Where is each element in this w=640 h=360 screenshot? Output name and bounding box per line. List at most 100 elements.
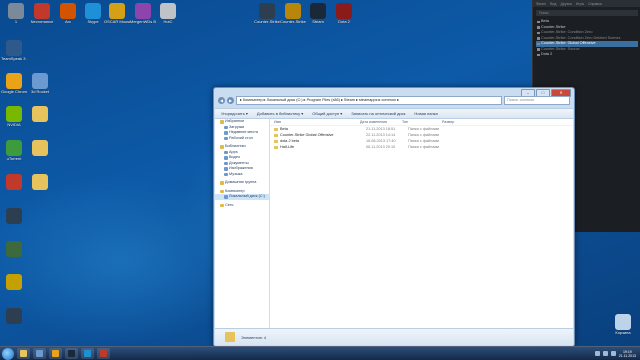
desktop-icon-skype[interactable]: Skype	[80, 3, 106, 25]
desktop-icon-app-c[interactable]	[1, 274, 27, 291]
toolbar-button[interactable]: Новая папка	[414, 111, 437, 116]
column-date[interactable]: Дата изменения	[360, 119, 402, 125]
folder-icon	[225, 332, 235, 342]
desktop-icon-app-a-glyph	[6, 208, 22, 224]
nav-item[interactable]: Домашняя группа	[215, 180, 269, 186]
breadcrumb[interactable]: ▸ Компьютер ▸ Локальный диск (C:) ▸ Prog…	[236, 96, 502, 105]
desktop-icon-3d-rocket[interactable]: 3d Rocket	[27, 73, 53, 95]
desktop-icon-red-app-glyph	[6, 174, 22, 190]
taskbar-explorer[interactable]	[17, 348, 30, 359]
file-name: Half-Life	[274, 144, 366, 150]
status-bar: Элементов: 4	[215, 328, 573, 345]
steam-menu-item[interactable]: Игры	[576, 2, 584, 6]
network-icon[interactable]	[602, 351, 608, 356]
desktop-icon-oscar-glyph	[109, 3, 125, 19]
forward-button[interactable]: ▶	[227, 97, 234, 104]
file-rows: Beta 21.11.2013 18:51 Папка с файлами Count…	[270, 126, 573, 150]
file-date: 06.11.2013 20:10	[366, 145, 396, 149]
address-bar: ◀ ▶ ▸ Компьютер ▸ Локальный диск (C:) ▸ …	[218, 96, 570, 105]
desktop-icon-mergen-glyph	[135, 3, 151, 19]
search-input[interactable]: Поиск: common	[504, 96, 570, 105]
taskbar-app[interactable]	[97, 348, 110, 359]
taskbar-chrome-icon	[52, 350, 59, 357]
nav-item[interactable]: Локальный диск (C:)	[215, 194, 269, 200]
column-size[interactable]: Размер	[442, 119, 472, 125]
desktop-icon-app-d-glyph	[6, 308, 22, 324]
flag-icon[interactable]	[594, 351, 600, 356]
nav-item-icon	[220, 181, 224, 185]
desktop-icon-chrome[interactable]: Google Chrome	[1, 73, 27, 95]
desktop-icon-label: Necromance	[30, 20, 54, 24]
taskbar-app-icon	[100, 350, 107, 357]
steam-search-input[interactable]: Поиск	[536, 10, 638, 16]
nav-item[interactable]: Сеть	[215, 203, 269, 209]
toolbar-button[interactable]: Общий доступ ▾	[312, 111, 342, 116]
taskbar-apps	[14, 348, 110, 359]
desktop-icon-nvidia[interactable]: NVIDIA	[1, 106, 27, 128]
taskbar-skype[interactable]	[81, 348, 94, 359]
start-button[interactable]	[2, 347, 14, 360]
desktop-icon-counter-strike[interactable]: Counter-Strike	[254, 3, 280, 25]
desktop-icon-teamspeak[interactable]: TeamSpeak 3 Client	[1, 40, 27, 62]
desktop-icon-folder-3-glyph	[32, 174, 48, 190]
desktop-icon-1[interactable]: 1	[3, 3, 29, 25]
desktop-icon-label: 1	[14, 20, 18, 24]
desktop-icon-arc[interactable]: Arc	[55, 3, 81, 25]
nav-item-label: Музыка	[229, 171, 243, 176]
desktop-icon-necropolis[interactable]: Necromance	[29, 3, 55, 25]
desktop-icon-cs-go[interactable]: Counter-Strike Global Offen	[280, 3, 306, 25]
steam-menu-item[interactable]: Справка	[588, 2, 602, 6]
desktop-icon-label: uTorrent	[6, 157, 22, 161]
taskbar-chrome[interactable]	[49, 348, 62, 359]
clock[interactable]: 19:19 21.11.2013	[619, 350, 636, 358]
desktop-icon-skype-glyph	[85, 3, 101, 19]
nav-item[interactable]: Рабочий стол	[215, 136, 269, 142]
navigation-pane: Избранное Загрузки Недавние места Рабочий с…	[215, 119, 270, 328]
desktop-icon-3d-rocket-glyph	[32, 73, 48, 89]
desktop-icon-label: Dota 2	[338, 20, 350, 24]
nav-item-label: Apps	[229, 149, 238, 154]
toolbar-button[interactable]: Записать на оптический диск	[351, 111, 405, 116]
toolbar-button[interactable]: Добавить в библиотеку ▾	[257, 111, 303, 116]
desktop-icon-steam-glyph	[310, 3, 326, 19]
recycle-bin-icon[interactable]: Корзина	[610, 314, 636, 336]
nav-item-label: Библиотеки	[225, 144, 246, 148]
column-type[interactable]: Тип	[402, 119, 442, 125]
steam-menu-item[interactable]: Друзья	[560, 2, 571, 6]
desktop-icon-mergen[interactable]: MergenWDs Bro	[130, 3, 156, 25]
nav-item[interactable]: Музыка	[215, 172, 269, 178]
recycle-bin-label: Корзина	[615, 331, 631, 335]
desktop-icon-folder-3[interactable]	[27, 174, 53, 191]
steam-menu-item[interactable]: Steam	[536, 2, 546, 6]
table-row[interactable]: Half-Life 06.11.2013 20:10 Папка с файлами	[270, 144, 573, 150]
desktop-icon-folder-1[interactable]	[27, 106, 53, 123]
desktop-icon-app-b[interactable]	[1, 241, 27, 258]
desktop-icon-oscar[interactable]: OSCAR Mouse Soft	[104, 3, 130, 25]
desktop-icon-app-a[interactable]	[1, 208, 27, 225]
toolbar-button[interactable]: Упорядочить ▾	[221, 111, 248, 116]
taskbar-steam[interactable]	[65, 348, 78, 359]
desktop-icon-steam[interactable]: Steam	[305, 3, 331, 25]
steam-game-item[interactable]: Dota 2	[536, 52, 638, 58]
desktop-icon-folder-2[interactable]	[27, 140, 53, 157]
desktop-icon-hotc[interactable]: HotC	[155, 3, 181, 25]
column-name[interactable]: Имя	[274, 119, 360, 125]
desktop-icon-app-d[interactable]	[1, 308, 27, 325]
nav-item-icon	[224, 172, 228, 176]
desktop-icon-dota2[interactable]: Dota 2	[331, 3, 357, 25]
taskbar-media[interactable]	[33, 348, 46, 359]
steam-menu-item[interactable]: Вид	[550, 2, 556, 6]
desktop-icon-1-glyph	[8, 3, 24, 19]
nav-item-icon	[224, 131, 228, 135]
desktop-icon-red-app[interactable]	[1, 174, 27, 191]
nav-item-icon	[224, 125, 228, 129]
desktop-icon-utorrent[interactable]: uTorrent	[1, 140, 27, 162]
desktop-icon-hotc-glyph	[160, 3, 176, 19]
file-size	[448, 144, 478, 150]
back-button[interactable]: ◀	[218, 97, 225, 104]
nav-item-label: Локальный диск (C:)	[229, 194, 265, 198]
nav-item-label: Загрузки	[229, 124, 245, 129]
nav-item-icon	[224, 156, 228, 160]
desktop-icon-label: Arc	[65, 20, 71, 24]
volume-icon[interactable]	[610, 351, 616, 356]
